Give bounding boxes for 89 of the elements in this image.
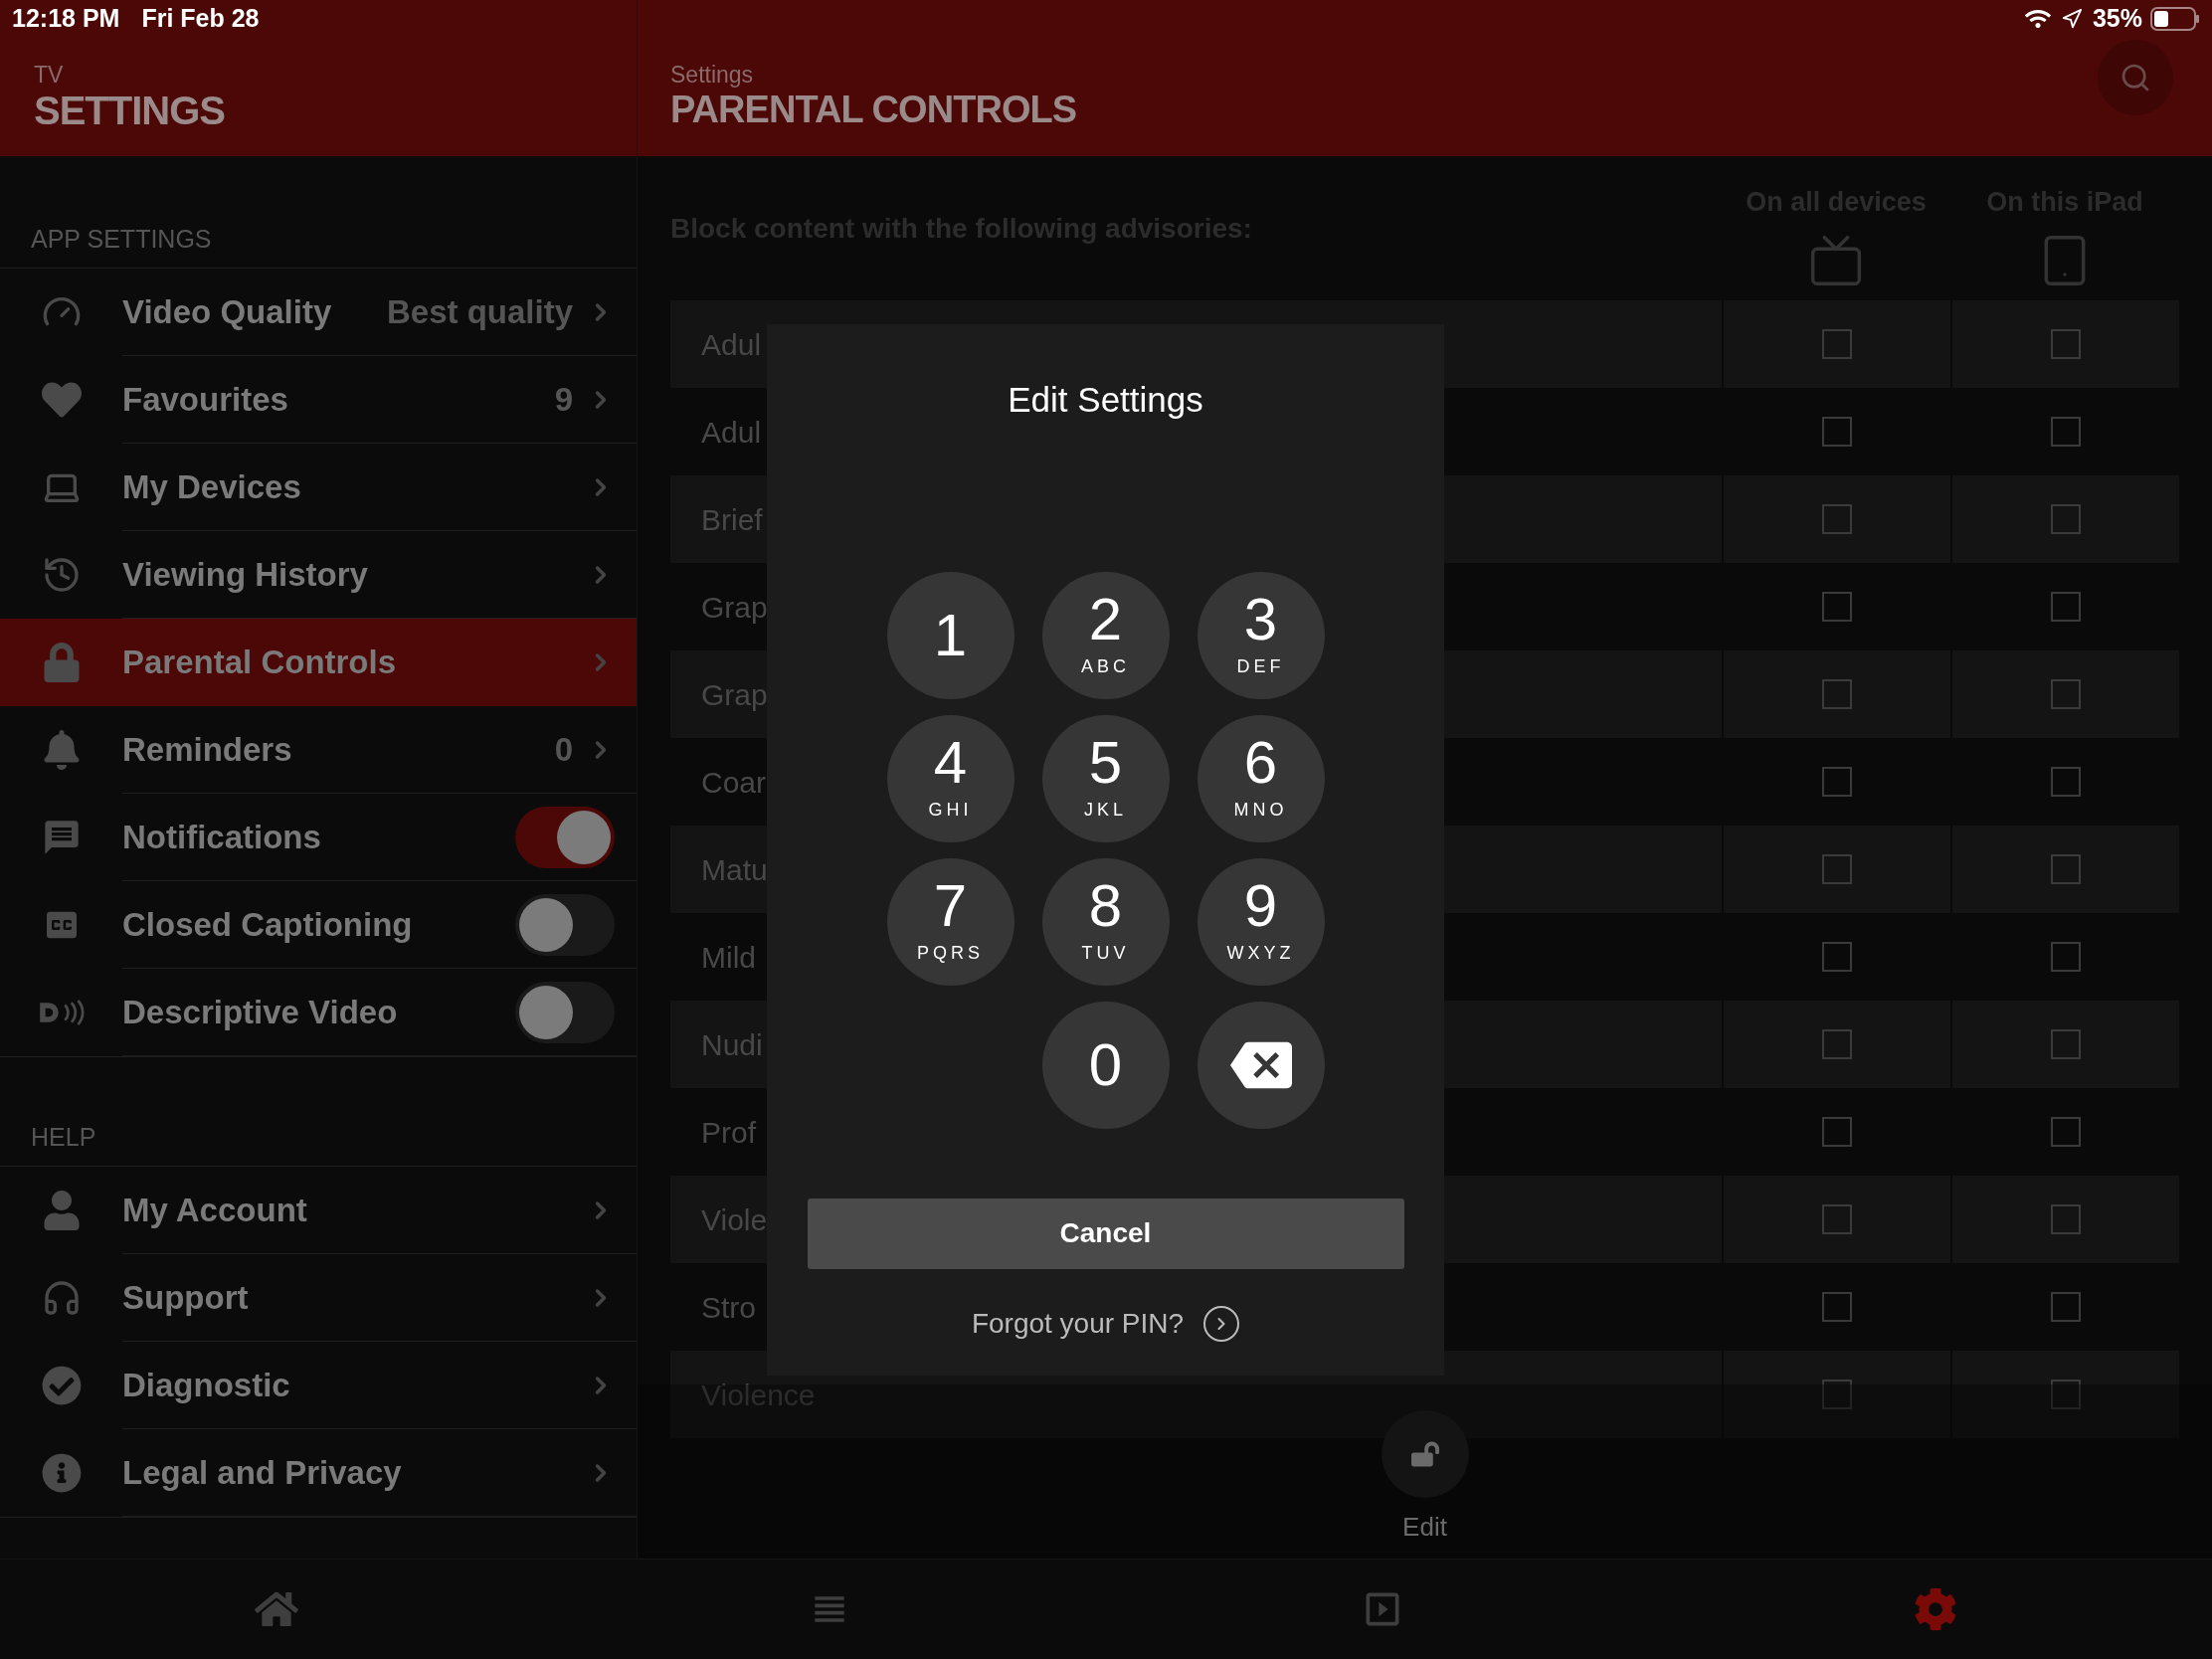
item-label: Descriptive Video xyxy=(122,992,399,1032)
item-label: Reminders xyxy=(122,729,293,770)
checkbox[interactable] xyxy=(2051,329,2081,359)
item-label: Closed Captioning xyxy=(122,904,414,945)
checkbox[interactable] xyxy=(2051,679,2081,709)
edit-label: Edit xyxy=(1402,1511,1447,1544)
sidebar-item[interactable]: Parental Controls xyxy=(0,619,637,706)
item-label: Diagnostic xyxy=(122,1365,291,1405)
sidebar-item[interactable]: Favourites 9 xyxy=(0,356,637,444)
checkbox[interactable] xyxy=(1822,942,1852,972)
forgot-pin-link[interactable]: Forgot your PIN? xyxy=(971,1302,1185,1345)
checkbox[interactable] xyxy=(1822,592,1852,622)
sidebar-item[interactable]: Diagnostic xyxy=(0,1342,637,1429)
item-label: Parental Controls xyxy=(122,643,398,683)
unlocked-lock-icon xyxy=(1410,1440,1439,1468)
checkbox[interactable] xyxy=(1822,329,1852,359)
item-value: 0 xyxy=(554,729,573,770)
advisory-label: Stro xyxy=(701,1289,757,1326)
search-icon xyxy=(2120,62,2151,93)
item-label: My Devices xyxy=(122,466,302,507)
location-icon xyxy=(2060,8,2083,30)
section-label: HELP xyxy=(31,1121,96,1153)
item-label: My Account xyxy=(122,1190,308,1230)
keypad-key[interactable]: 9 WXYZ xyxy=(1197,857,1325,986)
checkbox[interactable] xyxy=(2051,504,2081,534)
item-value: Best quality xyxy=(386,291,573,332)
keypad-key[interactable]: 7 PQRS xyxy=(886,857,1014,986)
checkbox[interactable] xyxy=(1822,1292,1852,1322)
header-subtitle: Settings xyxy=(670,64,755,87)
keypad-key[interactable]: 5 JKL xyxy=(1041,714,1170,842)
checkbox[interactable] xyxy=(2051,767,2081,797)
checkbox[interactable] xyxy=(1822,1204,1852,1234)
sidebar-item[interactable]: Reminders 0 xyxy=(0,706,637,794)
checkbox[interactable] xyxy=(1822,417,1852,447)
status-time: 12:18 PM xyxy=(12,3,120,35)
sidebar-item[interactable]: My Account xyxy=(0,1167,637,1254)
checkbox[interactable] xyxy=(2051,1380,2081,1409)
section-label: APP SETTINGS xyxy=(31,223,212,255)
checkbox[interactable] xyxy=(2051,942,2081,972)
checkbox[interactable] xyxy=(1822,1380,1852,1409)
checkbox[interactable] xyxy=(1822,1029,1852,1059)
item-value: 9 xyxy=(554,379,573,420)
keypad-key[interactable]: 2 ABC xyxy=(1041,571,1170,699)
checkbox[interactable] xyxy=(2051,417,2081,447)
checkbox[interactable] xyxy=(2051,1204,2081,1234)
checkbox[interactable] xyxy=(1822,767,1852,797)
header-title: PARENTAL CONTROLS xyxy=(670,91,1078,128)
settings-icon xyxy=(1914,1587,1957,1631)
keypad-key[interactable]: 1 xyxy=(886,571,1014,699)
checkbox[interactable] xyxy=(2051,854,2081,884)
advisory-label: Grap xyxy=(701,589,768,626)
battery-percentage: 35% xyxy=(2092,3,2142,35)
sidebar-item[interactable]: My Devices xyxy=(0,444,637,531)
item-label: Video Quality xyxy=(122,291,333,332)
wifi-icon xyxy=(2024,8,2051,30)
cancel-button[interactable]: Cancel xyxy=(807,1198,1404,1269)
keypad-key[interactable]: 0 xyxy=(1041,1001,1170,1129)
item-label: Notifications xyxy=(122,817,322,857)
keypad-key[interactable]: 3 DEF xyxy=(1197,571,1325,699)
sidebar-item[interactable]: Legal and Privacy xyxy=(0,1429,637,1517)
advisory-label: Mild xyxy=(701,939,756,976)
sidebar-item[interactable]: Notifications xyxy=(0,794,637,881)
keypad-key[interactable]: 4 GHI xyxy=(886,714,1014,842)
advisory-label: Coar xyxy=(701,764,767,801)
sidebar-item[interactable]: Descriptive Video xyxy=(0,969,637,1056)
checkbox[interactable] xyxy=(2051,1292,2081,1322)
item-label: Legal and Privacy xyxy=(122,1452,403,1493)
checkbox[interactable] xyxy=(2051,592,2081,622)
battery-icon xyxy=(2150,7,2200,31)
keypad-key[interactable]: 8 TUV xyxy=(1041,857,1170,986)
sidebar-item[interactable]: Closed Captioning xyxy=(0,881,637,969)
keypad-key[interactable]: 6 MNO xyxy=(1197,714,1325,842)
checkbox[interactable] xyxy=(1822,504,1852,534)
checkbox[interactable] xyxy=(1822,1117,1852,1147)
advisory-label: Prof xyxy=(701,1114,757,1151)
item-label: Support xyxy=(122,1277,250,1318)
dialog-title: Edit Settings xyxy=(1008,379,1203,421)
checkbox[interactable] xyxy=(1822,679,1852,709)
checkbox[interactable] xyxy=(2051,1117,2081,1147)
header-subtitle: TV xyxy=(34,64,65,87)
checkbox[interactable] xyxy=(1822,854,1852,884)
sidebar-item[interactable]: Video Quality Best quality xyxy=(0,269,637,356)
advisory-label: Adul xyxy=(701,414,762,451)
item-label: Viewing History xyxy=(122,554,369,595)
checkbox[interactable] xyxy=(2051,1029,2081,1059)
status-date: Fri Feb 28 xyxy=(141,3,260,35)
sidebar-item[interactable]: Support xyxy=(0,1254,637,1342)
header-title: SETTINGS xyxy=(34,91,227,130)
item-label: Favourites xyxy=(122,379,289,420)
